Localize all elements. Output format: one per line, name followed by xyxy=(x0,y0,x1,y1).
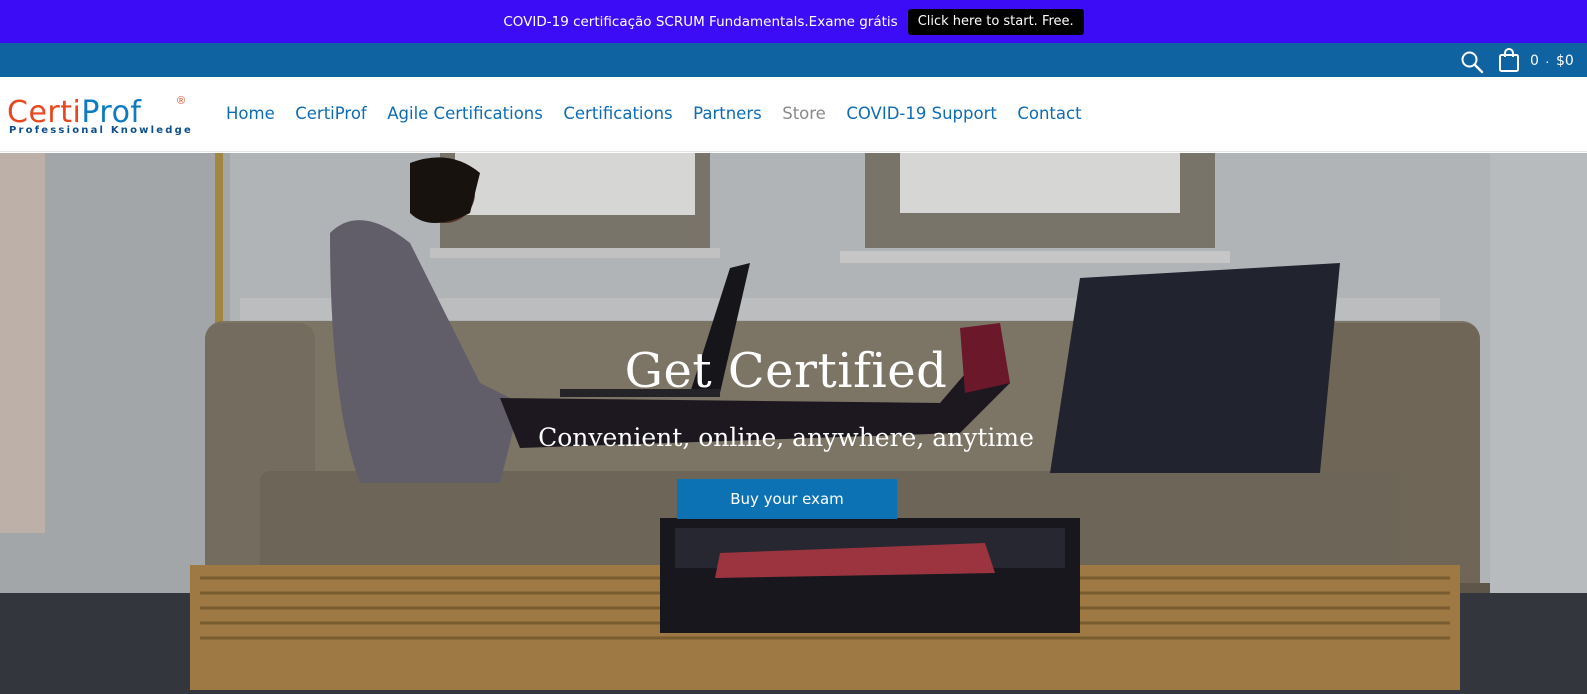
nav-item-partners[interactable]: Partners xyxy=(693,104,762,126)
nav-item-home[interactable]: Home xyxy=(226,104,275,126)
announcement-text: COVID-19 certificação SCRUM Fundamentals… xyxy=(503,13,898,30)
utility-bar xyxy=(0,43,1587,77)
nav-item-store[interactable]: Store xyxy=(782,104,826,126)
cart-icon[interactable] xyxy=(1498,48,1520,72)
nav-item-certiprof[interactable]: CertiProf xyxy=(295,104,367,126)
nav-item-contact[interactable]: Contact xyxy=(1017,104,1081,126)
nav-item-covid-support[interactable]: COVID-19 Support xyxy=(846,104,997,126)
announcement-cta-button[interactable]: Click here to start. Free. xyxy=(907,8,1084,35)
main-nav: Home CertiProf Agile Certifications Cert… xyxy=(226,104,1082,126)
certiprof-logo[interactable]: CertiProf ® Professional Knowledge xyxy=(7,95,191,139)
announcement-bar: COVID-19 certificação SCRUM Fundamentals… xyxy=(0,0,1587,43)
hero-banner: Get Certified Convenient, online, anywhe… xyxy=(0,153,1587,694)
cart-count[interactable]: 0 xyxy=(1530,53,1539,69)
cart-separator: · xyxy=(1545,53,1550,69)
hero-title: Get Certified xyxy=(624,343,948,399)
nav-item-certifications[interactable]: Certifications xyxy=(563,104,672,126)
logo-tagline: Professional Knowledge xyxy=(9,125,193,136)
search-icon[interactable] xyxy=(1460,50,1484,74)
hero-subtitle: Convenient, online, anywhere, anytime xyxy=(538,423,1034,452)
logo-registered-mark: ® xyxy=(177,95,186,107)
buy-exam-button[interactable]: Buy your exam xyxy=(677,479,897,519)
cart-total[interactable]: $0 xyxy=(1556,53,1574,69)
nav-item-agile-certifications[interactable]: Agile Certifications xyxy=(387,104,543,126)
